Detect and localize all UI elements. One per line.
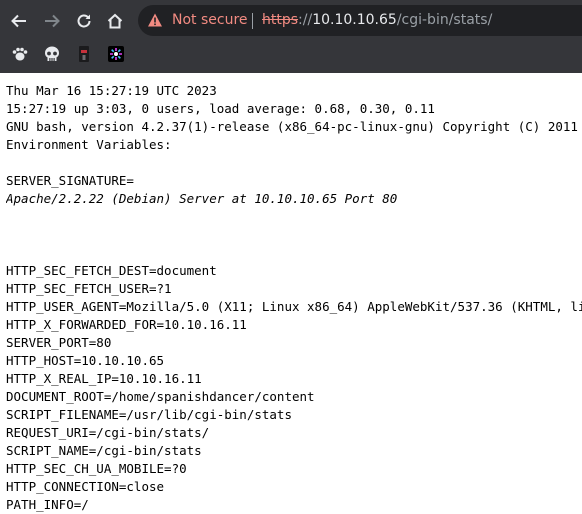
- warning-triangle-icon: [148, 13, 162, 27]
- bookmark-ninja[interactable]: [75, 45, 93, 63]
- home-icon: [107, 13, 123, 29]
- env-var-line: DOCUMENT_ROOT=/home/spanishdancer/conten…: [6, 389, 315, 404]
- burst-icon: [108, 46, 124, 62]
- address-bar[interactable]: Not secure https://10.10.10.65/cgi-bin/s…: [138, 5, 582, 36]
- env-var-line: HTTP_HOST=10.10.10.65: [6, 353, 165, 368]
- skull-icon: [45, 46, 59, 61]
- env-header: Environment Variables:: [6, 137, 172, 152]
- server-signature-value: Apache/2.2.22 (Debian) Server at 10.10.1…: [6, 191, 398, 206]
- server-signature-key: SERVER_SIGNATURE=: [6, 173, 134, 188]
- pawprint-icon: [12, 47, 28, 61]
- env-var-line: SCRIPT_FILENAME=/usr/lib/cgi-bin/stats: [6, 407, 292, 422]
- env-var-line: HTTP_SEC_FETCH_DEST=document: [6, 263, 217, 278]
- bookmark-skull[interactable]: [43, 45, 61, 63]
- env-var-line: PATH_INFO=/: [6, 497, 89, 512]
- security-status[interactable]: Not secure: [172, 12, 248, 29]
- arrow-right-icon: [45, 14, 60, 28]
- env-var-line: HTTP_SEC_FETCH_USER=?1: [6, 281, 172, 296]
- env-var-line: HTTP_X_FORWARDED_FOR=10.10.16.11: [6, 317, 247, 332]
- env-var-line: REQUEST_URI=/cgi-bin/stats/: [6, 425, 210, 440]
- env-var-line: HTTP_SEC_CH_UA_MOBILE=?0: [6, 461, 187, 476]
- ninja-icon: [79, 46, 89, 62]
- back-button[interactable]: [8, 10, 30, 32]
- url-path: /cgi-bin/stats/: [396, 12, 493, 28]
- reload-icon: [77, 14, 91, 28]
- env-var-line: SCRIPT_NAME=/cgi-bin/stats: [6, 443, 202, 458]
- home-button[interactable]: [104, 10, 126, 32]
- omnibox-divider: [252, 13, 253, 29]
- reload-button[interactable]: [73, 10, 95, 32]
- url-host: 10.10.10.65: [312, 12, 397, 28]
- env-var-line: SERVER_PORT=80: [6, 335, 112, 350]
- url-text[interactable]: https://10.10.10.65/cgi-bin/stats/: [262, 12, 492, 29]
- page-content: Thu Mar 16 15:27:19 UTC 2023 15:27:19 up…: [6, 82, 582, 514]
- bookmark-pawprint[interactable]: [11, 45, 29, 63]
- arrow-left-icon: [11, 14, 26, 28]
- env-var-line: HTTP_X_REAL_IP=10.10.16.11: [6, 371, 202, 386]
- url-scheme: https: [262, 12, 299, 28]
- browser-toolbar: Not secure https://10.10.10.65/cgi-bin/s…: [0, 0, 582, 73]
- forward-button[interactable]: [41, 10, 63, 32]
- bookmark-burst[interactable]: [107, 45, 125, 63]
- url-separator: ://: [298, 12, 313, 28]
- uptime-line: 15:27:19 up 3:03, 0 users, load average:…: [6, 101, 435, 116]
- env-var-line: HTTP_CONNECTION=close: [6, 479, 165, 494]
- env-var-line: HTTP_USER_AGENT=Mozilla/5.0 (X11; Linux …: [6, 299, 582, 314]
- date-line: Thu Mar 16 15:27:19 UTC 2023: [6, 83, 217, 98]
- bash-version-line: GNU bash, version 4.2.37(1)-release (x86…: [6, 119, 578, 134]
